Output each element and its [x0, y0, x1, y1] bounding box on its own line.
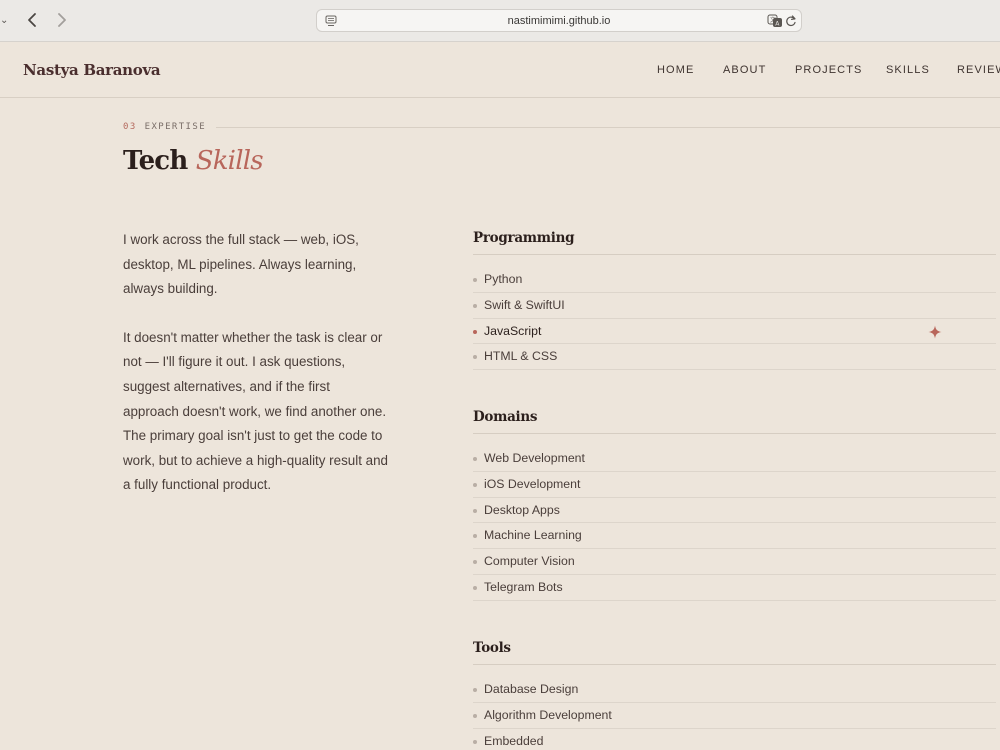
section-eyebrow-label: EXPERTISE	[144, 122, 207, 132]
skill-item: Python	[473, 267, 996, 293]
eyebrow-divider	[216, 127, 1000, 128]
skill-item: HTML & CSS	[473, 344, 996, 371]
bullet-dot-icon	[473, 713, 477, 718]
skill-item: Algorithm Development	[473, 703, 996, 729]
skill-item: Telegram Bots	[473, 575, 996, 601]
nav-about[interactable]: ABOUT	[723, 64, 766, 76]
nav-skills[interactable]: SKILLS	[886, 64, 930, 76]
nav-reviews[interactable]: REVIEW	[957, 64, 1000, 76]
skill-item: iOS Development	[473, 472, 996, 498]
skill-item: Machine Learning	[473, 523, 996, 550]
sparkle-icon	[928, 325, 942, 339]
bullet-dot-icon	[473, 508, 477, 513]
translate-icon[interactable]: 文 A	[767, 14, 783, 28]
bullet-dot-icon	[473, 739, 477, 744]
section-eyebrow: 03 EXPERTISE	[123, 122, 206, 132]
skill-group-title: Programming	[473, 229, 996, 255]
address-bar[interactable]: nastimimimi.github.io 文 A	[316, 9, 802, 32]
bullet-dot-icon	[473, 278, 477, 282]
url-text: nastimimimi.github.io	[507, 15, 611, 27]
bullet-dot-icon	[473, 482, 477, 487]
skill-item-active: JavaScript	[473, 319, 996, 345]
forward-button[interactable]	[53, 11, 69, 29]
bullet-dot-icon	[473, 534, 477, 539]
skill-group-title: Domains	[473, 408, 996, 434]
intro-paragraph: It doesn't matter whether the task is cl…	[123, 329, 388, 493]
skill-item: Embedded	[473, 729, 996, 750]
skill-list: Web Development iOS Development Desktop …	[473, 446, 996, 601]
site-logo[interactable]: Nastya Baranova	[23, 61, 161, 79]
bullet-dot-icon	[473, 355, 477, 360]
skill-group-title: Tools	[473, 639, 996, 665]
reload-icon[interactable]	[785, 14, 797, 28]
skill-item: Web Development	[473, 446, 996, 472]
section-number: 03	[123, 122, 137, 132]
intro-paragraph: I work across the full stack — web, iOS,…	[123, 232, 359, 297]
bullet-dot-icon	[473, 457, 477, 461]
section-title-main: Tech	[123, 146, 188, 176]
site-header: Nastya Baranova HOME ABOUT PROJECTS SKIL…	[0, 42, 1000, 98]
section-title: Tech Skills	[123, 146, 264, 176]
bullet-dot-icon	[473, 329, 477, 334]
chevron-down-icon[interactable]: ⌄	[0, 14, 8, 28]
skill-list: Python Swift & SwiftUI JavaScript HTML &…	[473, 267, 996, 371]
skill-item: Database Design	[473, 677, 996, 703]
intro-text: I work across the full stack — web, iOS,…	[123, 228, 388, 522]
section-title-accent: Skills	[195, 146, 264, 176]
bullet-dot-icon	[473, 585, 477, 590]
bullet-dot-icon	[473, 688, 477, 692]
nav-projects[interactable]: PROJECTS	[795, 64, 862, 76]
bullet-dot-icon	[473, 560, 477, 565]
skill-list: Database Design Algorithm Development Em…	[473, 677, 996, 750]
skill-item: Swift & SwiftUI	[473, 293, 996, 319]
skill-group-programming: Programming Python Swift & SwiftUI JavaS…	[473, 229, 996, 371]
skill-item: Desktop Apps	[473, 498, 996, 524]
browser-toolbar: ⌄ nastimimimi.github.io 文 A	[0, 0, 1000, 42]
skill-group-domains: Domains Web Development iOS Development …	[473, 408, 996, 601]
back-button[interactable]	[25, 11, 41, 29]
bullet-dot-icon	[473, 303, 477, 308]
nav-home[interactable]: HOME	[657, 64, 694, 76]
skill-item: Computer Vision	[473, 549, 996, 575]
skill-group-tools: Tools Database Design Algorithm Developm…	[473, 639, 996, 750]
